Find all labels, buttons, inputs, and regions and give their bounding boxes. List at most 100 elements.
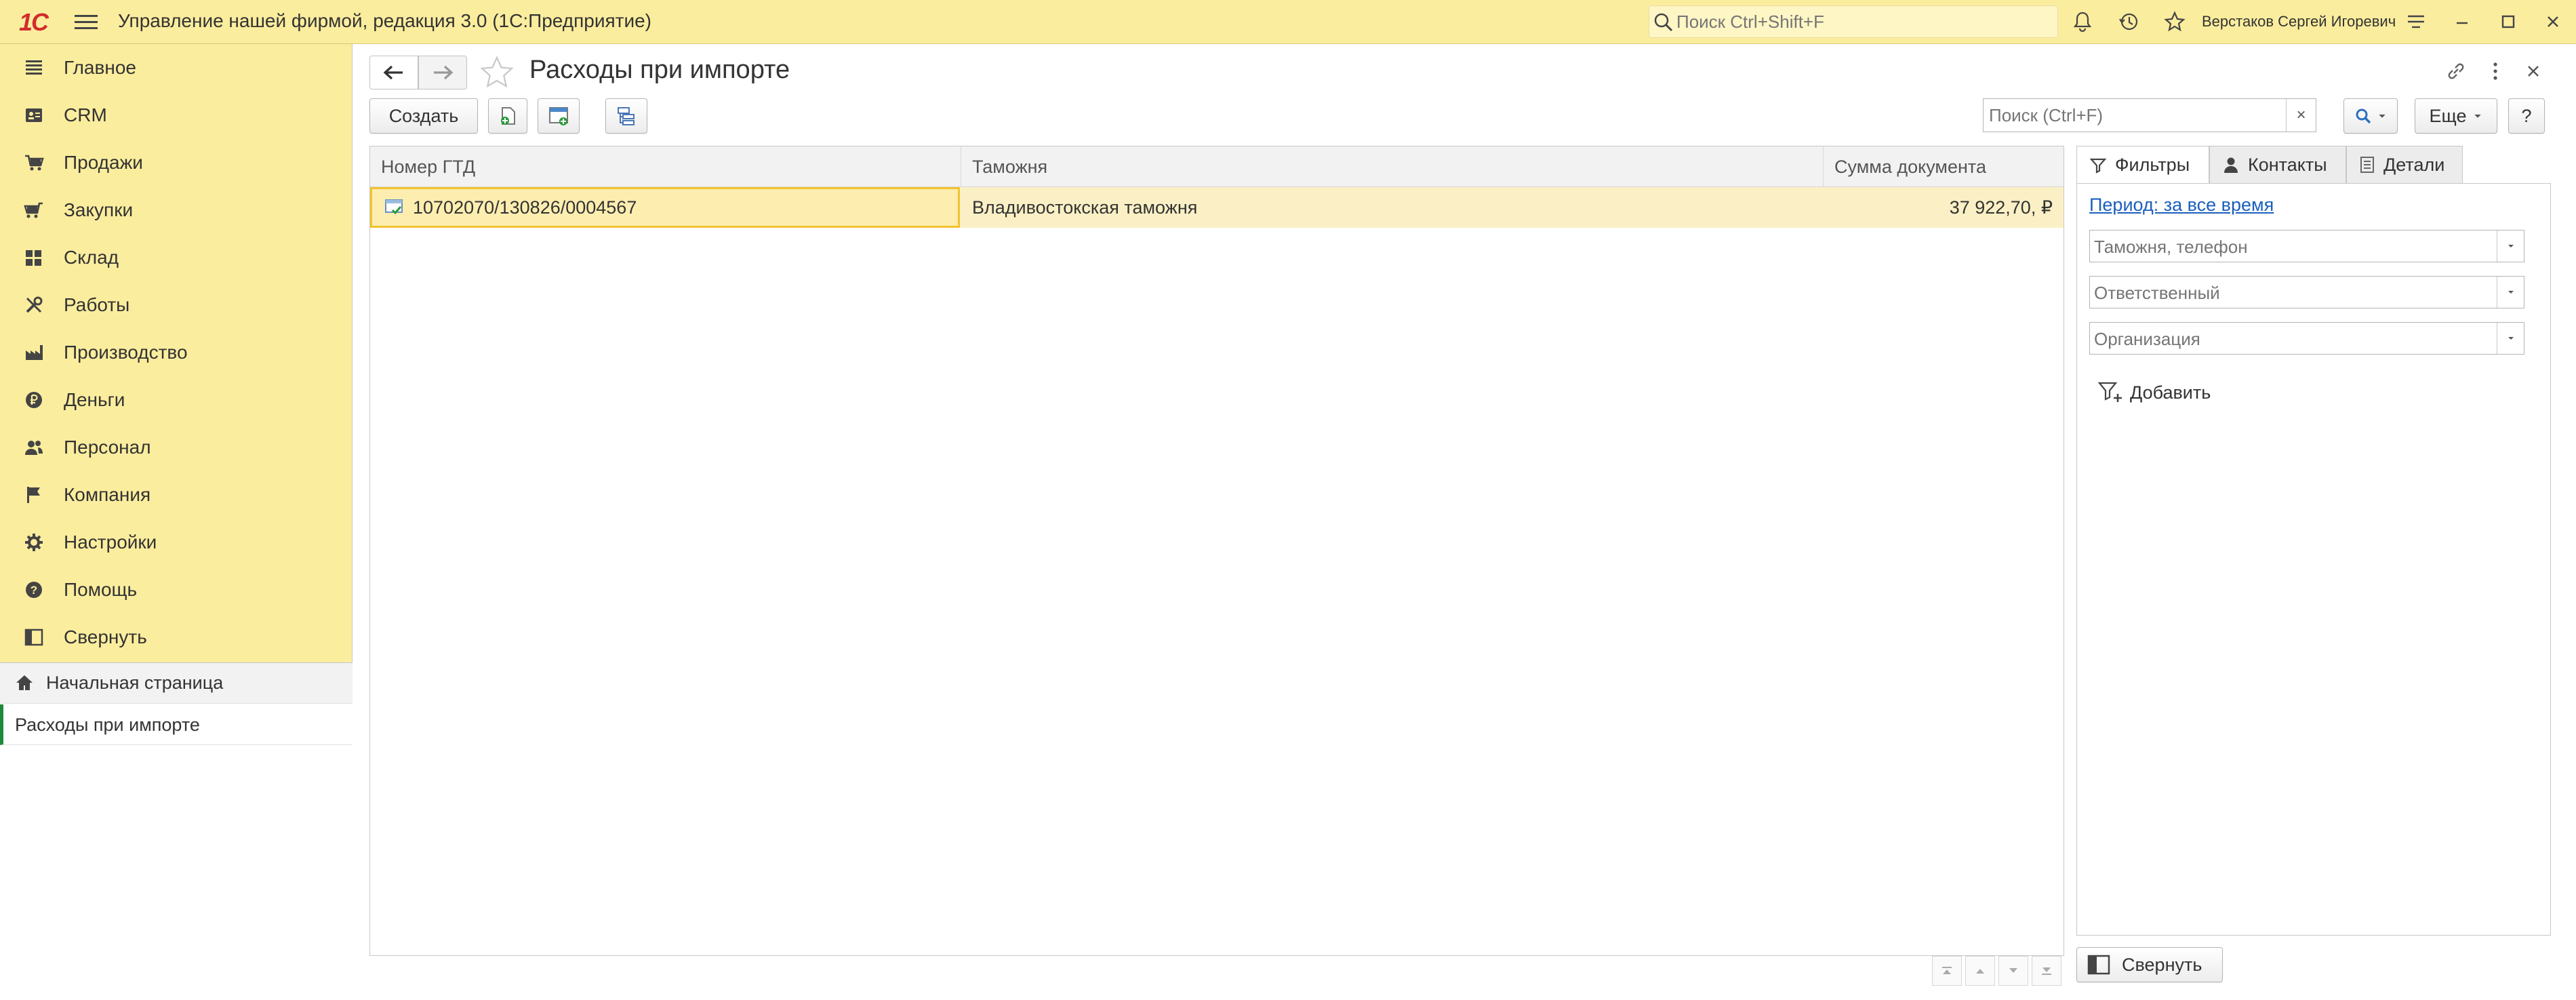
sidebar-item-works[interactable]: Работы bbox=[0, 281, 353, 329]
purchases-icon bbox=[22, 198, 46, 222]
sidebar-item-main[interactable]: Главное bbox=[0, 44, 353, 92]
hierarchy-icon bbox=[618, 107, 635, 125]
chevron-down-icon[interactable] bbox=[2497, 231, 2524, 262]
sidebar-item-personnel[interactable]: Персонал bbox=[0, 424, 353, 471]
sidebar-item-label: Свернуть bbox=[64, 626, 147, 647]
column-header-customs[interactable]: Таможня bbox=[961, 146, 1824, 187]
settings-menu-icon[interactable] bbox=[2402, 8, 2430, 35]
create-based-on-button[interactable] bbox=[538, 98, 580, 134]
global-search[interactable] bbox=[1649, 5, 2058, 38]
collapse-panel-button[interactable]: Свернуть bbox=[2076, 947, 2223, 982]
gtd-number: 10702070/130826/0004567 bbox=[413, 197, 637, 218]
scroll-to-top-button[interactable] bbox=[1932, 956, 1962, 986]
sum-cell[interactable]: 37 922,70, ₽ bbox=[1824, 187, 2061, 228]
sidebar-item-label: Производство bbox=[64, 342, 188, 363]
responsible-filter-input[interactable] bbox=[2094, 282, 2487, 304]
add-to-favorites-icon[interactable] bbox=[478, 54, 516, 95]
svg-text:?: ? bbox=[31, 584, 37, 597]
sidebar-item-production[interactable]: Производство bbox=[0, 329, 353, 376]
sidebar-item-crm[interactable]: CRM bbox=[0, 92, 353, 139]
customs-filter-input[interactable] bbox=[2094, 236, 2487, 258]
more-button-label: Еще bbox=[2429, 105, 2467, 126]
global-search-input[interactable] bbox=[1676, 10, 2049, 33]
favorites-star-icon[interactable] bbox=[2161, 8, 2188, 35]
home-page-item[interactable]: Начальная страница bbox=[0, 663, 353, 704]
list-search[interactable]: × bbox=[1983, 98, 2316, 132]
responsible-filter-field[interactable] bbox=[2089, 276, 2524, 308]
page-title: Расходы при импорте bbox=[529, 56, 790, 84]
structure-button[interactable] bbox=[605, 98, 647, 134]
list-search-input[interactable] bbox=[1989, 104, 2280, 126]
create-button[interactable]: Создать bbox=[369, 98, 478, 134]
sidebar-item-label: Компания bbox=[64, 484, 151, 505]
app-title: Управление нашей фирмой, редакция 3.0 (1… bbox=[118, 10, 651, 31]
period-link[interactable]: Период: за все время bbox=[2089, 195, 2274, 216]
chevron-down-icon[interactable] bbox=[2497, 323, 2524, 354]
cart-icon bbox=[22, 151, 46, 175]
minimize-icon[interactable] bbox=[2449, 8, 2476, 35]
chevron-down-icon[interactable] bbox=[2497, 277, 2524, 308]
arrow-right-icon bbox=[434, 65, 454, 80]
organization-filter-input[interactable] bbox=[2094, 328, 2487, 350]
maximize-icon[interactable] bbox=[2495, 8, 2522, 35]
clear-search-button[interactable]: × bbox=[2286, 99, 2316, 132]
tab-details[interactable]: Детали bbox=[2346, 146, 2463, 184]
create-copy-button[interactable] bbox=[488, 98, 527, 134]
gtd-cell[interactable]: 10702070/130826/0004567 bbox=[370, 187, 960, 228]
ruble-icon bbox=[22, 388, 46, 412]
double-up-icon bbox=[1942, 967, 1952, 974]
sidebar-item-label: Помощь bbox=[64, 579, 138, 600]
chevron-down-icon bbox=[2009, 968, 2017, 973]
close-form-icon[interactable] bbox=[2518, 56, 2548, 86]
sidebar-item-company[interactable]: Компания bbox=[0, 471, 353, 519]
collapse-panel-label: Свернуть bbox=[2122, 954, 2202, 975]
sidebar-item-settings[interactable]: Настройки bbox=[0, 519, 353, 566]
tab-label: Контакты bbox=[2248, 154, 2327, 175]
link-icon[interactable] bbox=[2441, 56, 2471, 86]
warehouse-icon bbox=[22, 245, 46, 270]
open-window-item[interactable]: Расходы при импорте bbox=[0, 704, 353, 745]
tab-filters[interactable]: Фильтры bbox=[2076, 146, 2209, 184]
sidebar-item-help[interactable]: ? Помощь bbox=[0, 566, 353, 614]
help-button[interactable]: ? bbox=[2508, 98, 2545, 134]
open-window-label: Расходы при импорте bbox=[15, 715, 200, 735]
column-header-gtd[interactable]: Номер ГТД bbox=[370, 146, 961, 187]
sidebar-item-purchases[interactable]: Закупки bbox=[0, 186, 353, 234]
more-button[interactable]: Еще bbox=[2415, 98, 2497, 134]
customs-filter-field[interactable] bbox=[2089, 230, 2524, 262]
sidebar: Главное CRM Продажи Закупки Склад Работы… bbox=[0, 44, 353, 1000]
table-row[interactable]: 10702070/130826/0004567 Владивостокская … bbox=[370, 187, 2064, 228]
scroll-down-button[interactable] bbox=[1998, 956, 2028, 986]
sidebar-item-label: Главное bbox=[64, 57, 136, 78]
close-icon[interactable] bbox=[2539, 8, 2567, 35]
bell-icon[interactable] bbox=[2069, 8, 2096, 35]
history-icon[interactable] bbox=[2115, 8, 2142, 35]
collapse-panel-icon bbox=[2087, 954, 2111, 976]
sidebar-item-label: Работы bbox=[64, 294, 130, 315]
scroll-to-bottom-button[interactable] bbox=[2032, 956, 2061, 986]
search-options-button[interactable] bbox=[2343, 98, 2398, 134]
sidebar-item-sales[interactable]: Продажи bbox=[0, 139, 353, 186]
forward-button[interactable] bbox=[418, 56, 467, 89]
scroll-up-button[interactable] bbox=[1965, 956, 1995, 986]
customs-cell[interactable]: Владивостокская таможня bbox=[961, 187, 1822, 228]
add-filter-button[interactable]: Добавить bbox=[2097, 380, 2211, 405]
main-menu-icon[interactable] bbox=[75, 11, 98, 33]
sidebar-item-warehouse[interactable]: Склад bbox=[0, 234, 353, 281]
back-button[interactable] bbox=[369, 56, 418, 89]
add-filter-label: Добавить bbox=[2130, 382, 2211, 403]
documents-table: Номер ГТД Таможня Сумма документа 107020… bbox=[369, 146, 2064, 956]
user-name[interactable]: Верстаков Сергей Игоревич bbox=[2202, 13, 2396, 31]
column-header-sum[interactable]: Сумма документа bbox=[1824, 146, 2064, 187]
sidebar-item-label: Деньги bbox=[64, 389, 125, 410]
more-actions-icon[interactable] bbox=[2480, 56, 2510, 86]
help-icon: ? bbox=[22, 578, 46, 602]
tab-contacts[interactable]: Контакты bbox=[2209, 146, 2346, 184]
organization-filter-field[interactable] bbox=[2089, 322, 2524, 355]
filter-icon bbox=[2089, 157, 2107, 174]
home-page-label: Начальная страница bbox=[46, 673, 224, 693]
sidebar-item-money[interactable]: Деньги bbox=[0, 376, 353, 424]
filters-panel: Период: за все время Добавить bbox=[2076, 183, 2551, 936]
sidebar-item-collapse[interactable]: Свернуть bbox=[0, 614, 353, 661]
crm-icon bbox=[22, 103, 46, 127]
